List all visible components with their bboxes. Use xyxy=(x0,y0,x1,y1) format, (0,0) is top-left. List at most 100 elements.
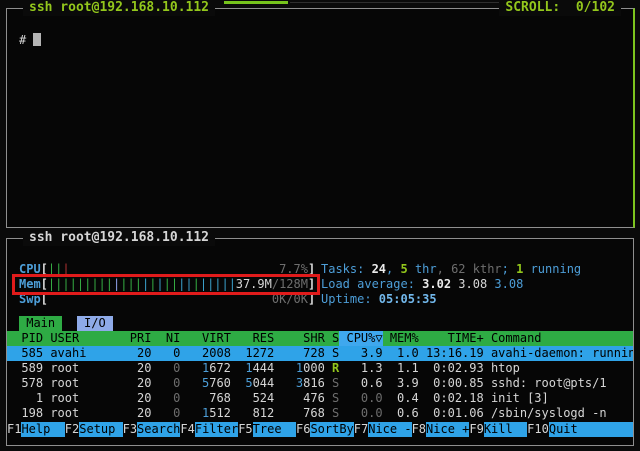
column-header-s[interactable]: S xyxy=(325,331,339,346)
cell-pid: 1 xyxy=(7,391,43,406)
fkey-setup[interactable]: F2Setup xyxy=(65,422,123,437)
swp-meter-value: 0K/0K xyxy=(272,292,308,307)
fkey-search[interactable]: F3Search xyxy=(123,422,181,437)
swp-meter-bar: 0K/0K xyxy=(48,292,308,307)
cell-virt: 1512 xyxy=(180,406,231,421)
column-header-virt[interactable]: VIRT xyxy=(180,331,231,346)
column-header-shr[interactable]: SHR xyxy=(274,331,325,346)
column-header-user[interactable]: USER xyxy=(43,331,122,346)
tasks-part: 62 kthr xyxy=(451,262,502,276)
cell-virt: 5760 xyxy=(180,376,231,391)
cell-cpu: 3.9 xyxy=(339,346,382,361)
load-part: Load average: xyxy=(321,277,422,291)
column-header-ni[interactable]: NI xyxy=(151,331,180,346)
fkey-key: F3 xyxy=(123,422,137,437)
cpu-meter-value: 7.7% xyxy=(279,262,308,277)
column-header-pri[interactable]: PRI xyxy=(123,331,152,346)
fkey-kill[interactable]: F9Kill xyxy=(469,422,527,437)
pane-bottom-ssh: ssh root@192.168.10.112 CPU[|||7.7%] Mem… xyxy=(6,238,634,446)
fkey-label: Tree xyxy=(253,422,296,437)
fkey-label: Nice + xyxy=(426,422,469,437)
mem-meter-tick: | xyxy=(99,277,106,291)
cell-time: 0:02.18 xyxy=(419,391,484,406)
cell-pid: 578 xyxy=(7,376,43,391)
cell-pri: 20 xyxy=(123,406,152,421)
tasks-part: ; xyxy=(502,262,516,276)
function-key-bar: F1HelpF2SetupF3SearchF4FilterF5TreeF6Sor… xyxy=(7,422,633,437)
load-average: Load average: 3.02 3.08 3.08 xyxy=(321,277,523,292)
fkey-label: Nice - xyxy=(368,422,411,437)
process-row-pid-589[interactable]: 589root200167214441000R1.31.10:02.93htop xyxy=(7,361,633,376)
column-header-cpu%[interactable]: CPU%▽ xyxy=(339,331,382,346)
cell-res: 524 xyxy=(231,391,274,406)
fkey-key: F4 xyxy=(180,422,194,437)
process-table-header: PIDUSERPRINIVIRTRESSHRSCPU%▽MEM%TIME+Com… xyxy=(7,331,633,346)
cell-cpu: 0.0 xyxy=(339,406,382,421)
tasks-part: , xyxy=(386,262,400,276)
cpu-meter-value-part: 7.7% xyxy=(279,262,308,276)
scroll-value: 0/102 xyxy=(576,0,615,15)
fkey-label: Setup xyxy=(79,422,122,437)
number-rest: 672 xyxy=(209,361,231,375)
fkey-sortby[interactable]: F6SortBy xyxy=(296,422,354,437)
fkey-key: F7 xyxy=(354,422,368,437)
column-header-res[interactable]: RES xyxy=(231,331,274,346)
cell-time: 0:02.93 xyxy=(419,361,484,376)
cell-virt: 768 xyxy=(180,391,231,406)
cell-mem: 0.6 xyxy=(383,406,419,421)
cell-cmd: init [3] xyxy=(484,391,633,406)
tab-main[interactable]: Main xyxy=(19,316,62,331)
shell-prompt-line[interactable]: # xyxy=(19,33,41,48)
mem-meter-value-part: 37.9M xyxy=(236,277,272,291)
fkey-tree[interactable]: F5Tree xyxy=(238,422,296,437)
pane-top-ssh: ssh root@192.168.10.112 SCROLL: 0/102 # xyxy=(6,8,635,228)
fkey-nice-+[interactable]: F8Nice + xyxy=(412,422,470,437)
cell-mem: 0.4 xyxy=(383,391,419,406)
tab-i-o[interactable]: I/O xyxy=(77,316,113,331)
memory-meter: Mem[||||||||||||||||||||||||||37.9M/128M… xyxy=(19,277,315,292)
mem-meter-tick: | xyxy=(164,277,171,291)
cell-user: avahi xyxy=(43,346,122,361)
cell-cpu: 0.0 xyxy=(339,391,382,406)
tasks-part: 24 xyxy=(372,262,386,276)
fkey-key: F5 xyxy=(238,422,252,437)
column-header-mem%[interactable]: MEM% xyxy=(383,331,419,346)
column-header-pid[interactable]: PID xyxy=(7,331,43,346)
uptime-part: Uptime: xyxy=(321,292,379,306)
mem-meter-value: 37.9M/128M xyxy=(236,277,308,292)
tasks-part: running xyxy=(523,262,581,276)
mem-meter-tick: | xyxy=(193,277,200,291)
cell-ni: 0 xyxy=(151,376,180,391)
fkey-nice-[interactable]: F7Nice - xyxy=(354,422,412,437)
column-header-time+[interactable]: TIME+ xyxy=(419,331,484,346)
fkey-filter[interactable]: F4Filter xyxy=(180,422,238,437)
cpu-meter-bar: |||7.7% xyxy=(48,262,308,277)
process-row-pid-198[interactable]: 198root2001512812768S0.00.60:01.06/sbin/… xyxy=(7,406,633,421)
fkey-key: F8 xyxy=(412,422,426,437)
fkey-label: Quit xyxy=(549,422,633,437)
mem-meter-tick: | xyxy=(214,277,221,291)
meter-bracket-close: ] xyxy=(308,262,315,277)
process-row-pid-578[interactable]: 578root200576050443816S0.63.90:00.85sshd… xyxy=(7,376,633,391)
tasks-part: 5 xyxy=(400,262,407,276)
mem-meter-value-part: /128M xyxy=(272,277,308,291)
cell-pid: 198 xyxy=(7,406,43,421)
fkey-help[interactable]: F1Help xyxy=(7,422,65,437)
process-row-pid-585[interactable]: 585avahi20020081272728S3.91.013:16.19ava… xyxy=(7,346,633,361)
cell-shr: 1000 xyxy=(274,361,325,376)
mem-meter-tick: | xyxy=(77,277,84,291)
column-header-command[interactable]: Command xyxy=(484,331,633,346)
fkey-key: F6 xyxy=(296,422,310,437)
cell-cmd: /sbin/syslogd -n xyxy=(484,406,633,421)
fkey-label: Filter xyxy=(195,422,238,437)
cell-res: 5044 xyxy=(231,376,274,391)
process-row-pid-1[interactable]: 1root200768524476S0.00.40:02.18init [3] xyxy=(7,391,633,406)
tasks-summary: Tasks: 24, 5 thr, 62 kthr; 1 running xyxy=(321,262,581,277)
fkey-quit[interactable]: F10Quit xyxy=(527,422,633,437)
cell-pid: 585 xyxy=(7,346,43,361)
cell-time: 0:00.85 xyxy=(419,376,484,391)
meter-bracket-open: [ xyxy=(41,277,48,292)
cell-user: root xyxy=(43,406,122,421)
cell-res: 812 xyxy=(231,406,274,421)
pane-top-title: ssh root@192.168.10.112 xyxy=(23,0,215,16)
